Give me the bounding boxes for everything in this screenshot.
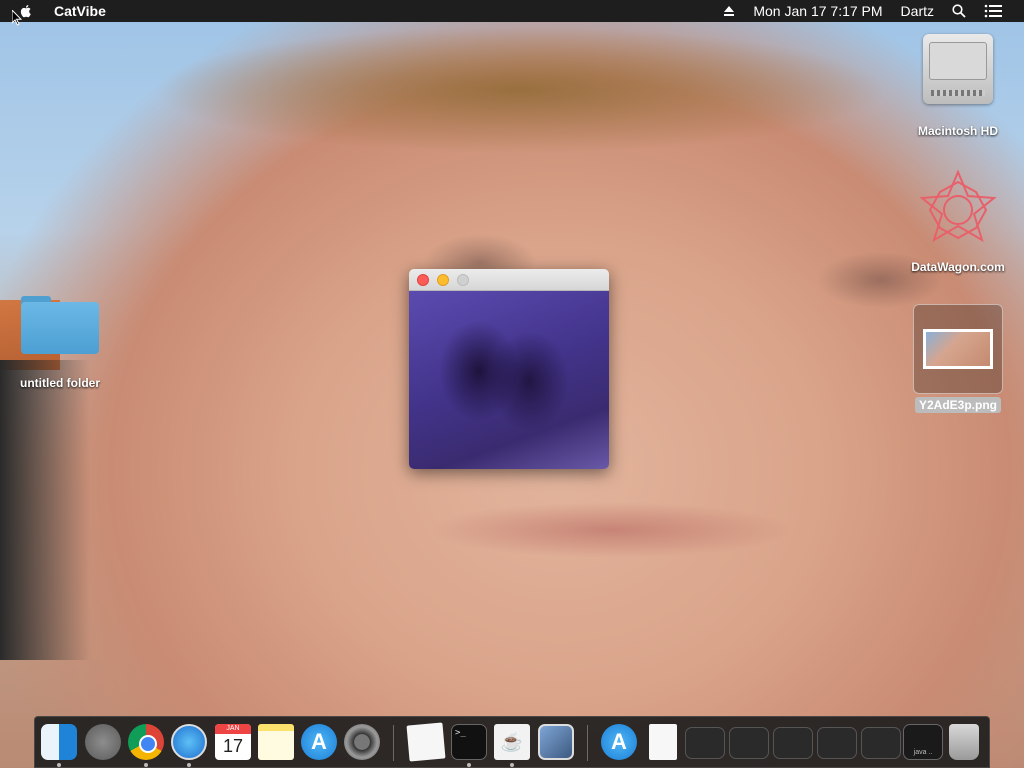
desktop-icon-label: Macintosh HD	[917, 124, 998, 138]
menu-extras: Mon Jan 17 7:17 PM Dartz	[723, 0, 1024, 22]
dock-preview-icon[interactable]	[538, 724, 574, 760]
menu-bar: CatVibe Mon Jan 17 7:17 PM Dartz	[0, 0, 1024, 22]
dock-downloads-icon[interactable]: A	[601, 724, 637, 760]
desktop-icon-untitled-folder[interactable]: untitled folder	[10, 296, 110, 390]
zoom-button[interactable]	[457, 274, 469, 286]
dock-app-store-icon[interactable]: A	[301, 724, 337, 760]
dock-separator	[393, 725, 394, 761]
list-icon[interactable]	[984, 4, 1002, 18]
close-button[interactable]	[417, 274, 429, 286]
dock-terminal-icon[interactable]: >_	[451, 724, 487, 760]
hard-drive-icon	[923, 34, 993, 104]
dock-textedit-icon[interactable]	[406, 722, 446, 762]
dock-chrome-icon[interactable]	[128, 724, 164, 760]
desktop-icon-png-file[interactable]: Y2AdE3p.png	[912, 304, 1004, 413]
minimize-button[interactable]	[437, 274, 449, 286]
calendar-month: JAN	[215, 724, 251, 734]
image-thumbnail	[923, 329, 993, 369]
dock-system-preferences-icon[interactable]	[344, 724, 380, 760]
dock-minimized-java[interactable]: java ..	[903, 724, 943, 760]
folder-icon	[21, 296, 99, 354]
desktop-icon-label: untitled folder	[20, 376, 100, 390]
desktop-icon-macintosh-hd[interactable]: Macintosh HD	[908, 34, 1008, 138]
desktop-icon-label: DataWagon.com	[911, 260, 1005, 274]
dock: JAN 17 A >_ ☕ A java ..	[34, 716, 990, 768]
dock-separator	[587, 725, 588, 761]
search-icon[interactable]	[952, 4, 966, 18]
video-feed	[409, 291, 609, 469]
dock-document-icon[interactable]	[649, 724, 677, 760]
wallpaper-dark-area	[0, 360, 90, 660]
image-file-icon	[913, 304, 1003, 394]
window-titlebar[interactable]	[409, 269, 609, 291]
dock-launchpad-icon[interactable]	[85, 724, 121, 760]
dock-minimized-window-4[interactable]	[817, 727, 857, 759]
dock-java-icon[interactable]: ☕	[494, 724, 530, 760]
dock-minimized-window-1[interactable]	[685, 727, 725, 759]
running-indicator	[57, 763, 61, 767]
minimized-java-label: java ..	[913, 749, 933, 756]
dock-minimized-window-2[interactable]	[729, 727, 769, 759]
catvibe-window[interactable]	[409, 269, 609, 469]
eject-icon[interactable]	[723, 5, 735, 17]
mouse-cursor-icon	[12, 10, 22, 26]
dock-safari-icon[interactable]	[171, 724, 207, 760]
dock-finder-icon[interactable]	[41, 724, 77, 760]
dock-calendar-icon[interactable]: JAN 17	[215, 724, 251, 760]
dock-trash-icon[interactable]	[949, 724, 979, 760]
datawagon-icon	[919, 169, 997, 243]
running-indicator	[187, 763, 191, 767]
desktop-icon-datawagon[interactable]: DataWagon.com	[900, 168, 1016, 274]
menu-clock[interactable]: Mon Jan 17 7:17 PM	[753, 3, 882, 19]
dock-minimized-window-5[interactable]	[861, 727, 901, 759]
active-app-name[interactable]: CatVibe	[54, 3, 106, 19]
dock-notes-icon[interactable]	[258, 724, 294, 760]
running-indicator	[510, 763, 514, 767]
dock-minimized-window-3[interactable]	[773, 727, 813, 759]
running-indicator	[467, 763, 471, 767]
running-indicator	[144, 763, 148, 767]
calendar-day: 17	[222, 736, 244, 756]
menu-user[interactable]: Dartz	[901, 3, 934, 19]
desktop-icon-label: Y2AdE3p.png	[914, 397, 1001, 413]
terminal-prompt: >_	[455, 728, 466, 738]
